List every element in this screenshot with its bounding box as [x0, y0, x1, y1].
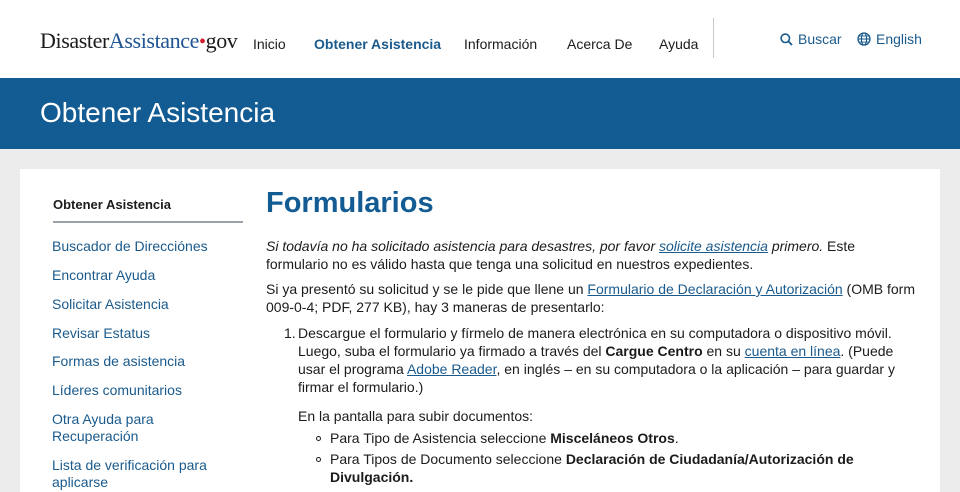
page-banner: Obtener Asistencia — [0, 78, 960, 149]
upload-bullet-1: Para Tipo de Asistencia seleccione Misce… — [330, 429, 910, 447]
methods-text-before: Si ya presentó su solicitud y se le pide… — [266, 281, 588, 297]
upload-intro: En la pantalla para subir documentos: — [298, 408, 534, 424]
sidebar-item-encontrar-ayuda[interactable]: Encontrar Ayuda — [52, 267, 222, 284]
sidebar-heading: Obtener Asistencia — [53, 197, 243, 223]
sidebar-item-lista[interactable]: Lista de verificación para aplicarse — [52, 457, 212, 491]
nav-acerca-de[interactable]: Acerca De — [567, 36, 632, 52]
bullet-marker — [316, 436, 321, 441]
step-1: 1. Descargue el formulario y fírmelo de … — [284, 324, 913, 396]
logo-dot: • — [199, 31, 206, 53]
sidebar-item-formas[interactable]: Formas de asistencia — [52, 353, 222, 370]
nav-ayuda[interactable]: Ayuda — [659, 36, 698, 52]
formulario-declaracion-link[interactable]: Formulario de Declaración y Autorización — [587, 281, 842, 297]
globe-icon — [857, 32, 871, 46]
nav-divider — [713, 18, 714, 58]
sidebar-item-otra-ayuda[interactable]: Otra Ayuda para Recuperación — [52, 411, 172, 445]
adobe-reader-link[interactable]: Adobe Reader — [407, 361, 497, 377]
bullet-1-text: Para Tipo de Asistencia seleccione — [330, 430, 551, 446]
site-logo[interactable]: DisasterAssistance•gov — [40, 28, 238, 54]
sidebar-item-buscador[interactable]: Buscador de Direcciónes — [52, 238, 222, 255]
intro-italic-text: Si todavía no ha solicitado asistencia p… — [266, 238, 659, 254]
intro-italic-end: primero. — [767, 238, 824, 254]
search-label: Buscar — [798, 31, 842, 47]
sidebar-item-lideres[interactable]: Líderes comunitarios — [52, 382, 222, 399]
language-toggle[interactable]: English — [857, 31, 922, 47]
nav-obtener-asistencia[interactable]: Obtener Asistencia — [314, 36, 441, 52]
banner-title: Obtener Asistencia — [40, 97, 276, 128]
step-number: 1. — [284, 325, 296, 341]
page-title: Formularios — [266, 187, 434, 219]
bullet-2-text: Para Tipos de Documento seleccione — [330, 451, 566, 467]
upload-bullet-2: Para Tipos de Documento seleccione Decla… — [330, 450, 870, 486]
nav-inicio[interactable]: Inicio — [253, 36, 286, 52]
bullet-1-end: . — [674, 430, 679, 446]
step-1-text-2: en su — [702, 343, 745, 359]
cargue-centro-label: Cargue Centro — [605, 343, 703, 359]
solicite-asistencia-link[interactable]: solicite asistencia — [659, 238, 768, 254]
intro-paragraph: Si todavía no ha solicitado asistencia p… — [266, 237, 916, 273]
sidebar-item-revisar-estatus[interactable]: Revisar Estatus — [52, 325, 222, 342]
cuenta-en-linea-link[interactable]: cuenta en línea — [745, 343, 841, 359]
content-card: Obtener Asistencia Buscador de Dirección… — [20, 169, 940, 492]
methods-paragraph: Si ya presentó su solicitud y se le pide… — [266, 280, 916, 316]
nav-informacion[interactable]: Información — [464, 36, 537, 52]
language-label: English — [876, 31, 922, 47]
bullet-1-bold: Misceláneos Otros — [550, 430, 675, 446]
logo-text-assistance: Assistance — [108, 28, 199, 53]
logo-text-disaster: Disaster — [40, 28, 109, 53]
search-icon — [780, 32, 793, 46]
search-button[interactable]: Buscar — [780, 31, 842, 47]
bullet-marker — [316, 457, 321, 462]
logo-text-gov: gov — [205, 28, 238, 53]
site-header: DisasterAssistance•gov Inicio Obtener As… — [0, 0, 960, 78]
sidebar-item-solicitar[interactable]: Solicitar Asistencia — [52, 296, 222, 313]
